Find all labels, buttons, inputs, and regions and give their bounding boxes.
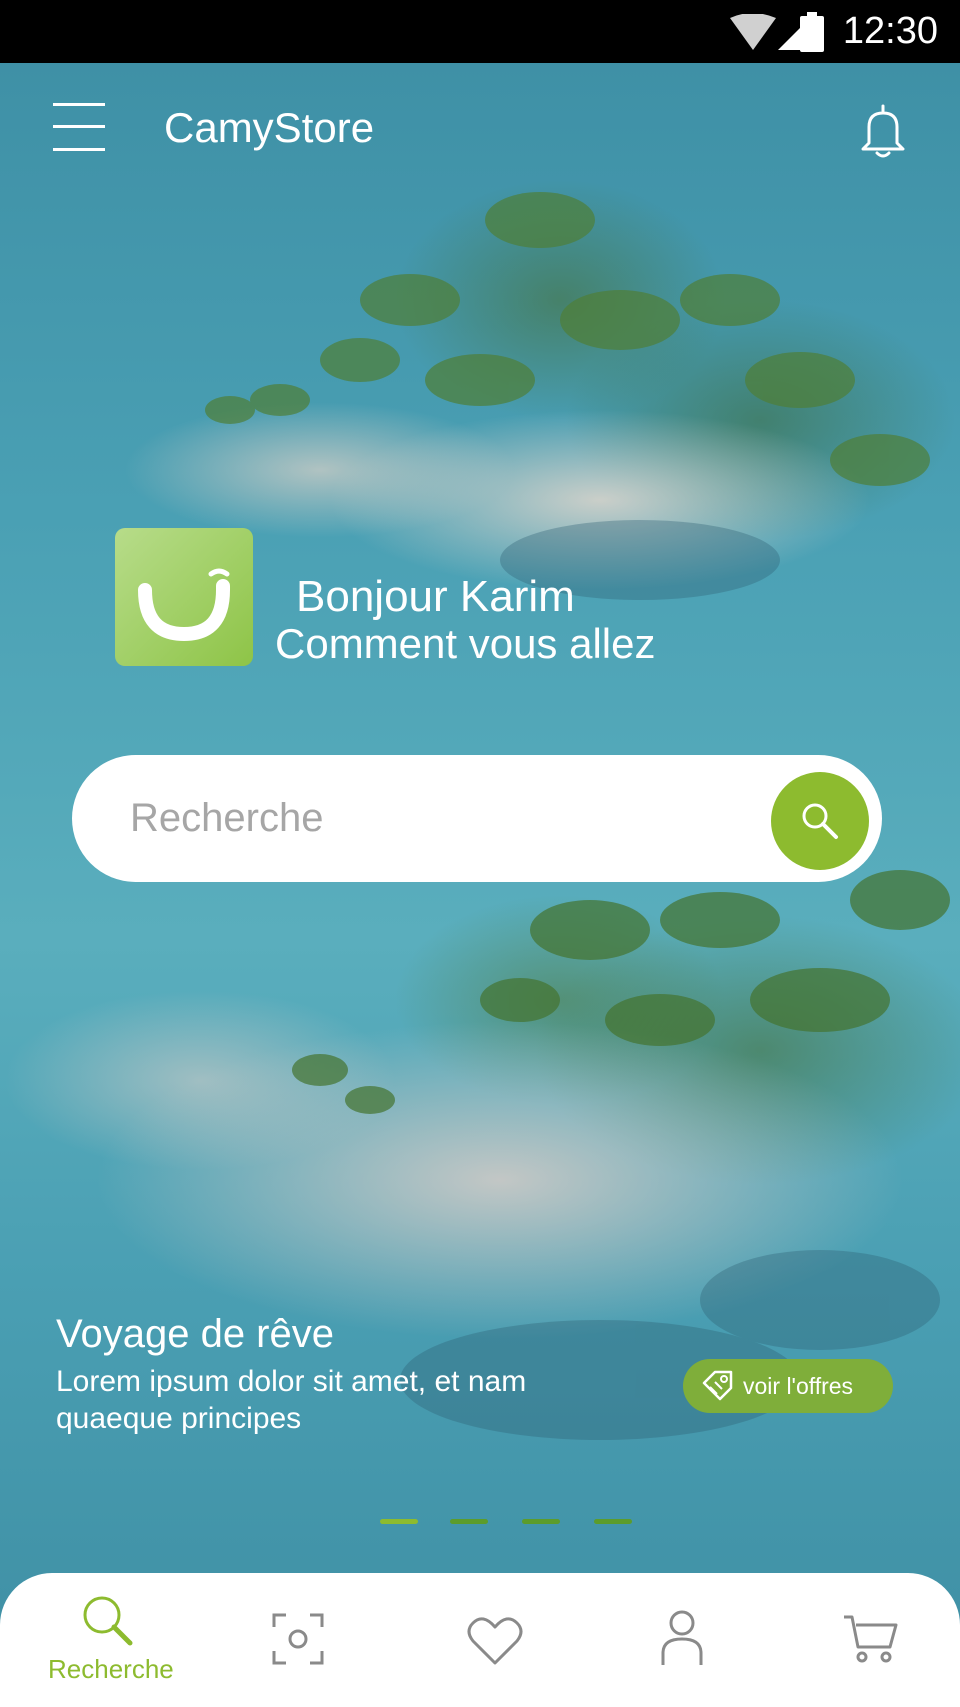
battery-icon: [800, 12, 824, 52]
slide-dot-2[interactable]: [450, 1519, 488, 1524]
promo-description: Lorem ipsum dolor sit amet, et nam quaeq…: [56, 1365, 527, 1435]
search-icon: [83, 1596, 133, 1646]
search-bar: [72, 755, 882, 882]
nav-item-search[interactable]: Recherche: [0, 1573, 224, 1707]
greeting-name: Bonjour Karim: [296, 572, 575, 621]
search-icon: [802, 803, 838, 839]
slide-dot-3[interactable]: [522, 1519, 560, 1524]
nav-item-profile[interactable]: [620, 1573, 740, 1707]
bell-icon[interactable]: [858, 103, 908, 159]
app-title: CamyStore: [164, 104, 375, 151]
search-button[interactable]: [771, 772, 869, 870]
user-icon: [661, 1610, 703, 1665]
status-bar: 12:30: [0, 0, 960, 63]
nav-label-search: Recherche: [48, 1654, 174, 1684]
slide-dot-1[interactable]: [380, 1519, 418, 1524]
status-time: 12:30: [842, 10, 938, 52]
bottom-nav: Recherche: [0, 1573, 960, 1707]
nav-item-favorites[interactable]: [435, 1573, 555, 1707]
nav-item-scan[interactable]: [240, 1573, 360, 1707]
cart-icon: [844, 1615, 898, 1663]
smile-icon: [138, 568, 230, 642]
view-offers-button[interactable]: voir l'offres: [683, 1359, 893, 1413]
heart-icon: [467, 1617, 523, 1665]
menu-icon[interactable]: [53, 103, 105, 151]
app-logo: [115, 528, 253, 666]
greeting-subtitle: Comment vous allez: [275, 620, 656, 667]
view-offers-label: voir l'offres: [743, 1372, 854, 1399]
tag-icon: [702, 1370, 733, 1401]
wifi-icon: [730, 14, 776, 50]
slide-dot-4[interactable]: [594, 1519, 632, 1524]
search-input[interactable]: [130, 785, 730, 851]
promo-title: Voyage de rêve: [56, 1312, 334, 1356]
scan-icon: [272, 1613, 324, 1665]
nav-item-cart[interactable]: [810, 1573, 930, 1707]
